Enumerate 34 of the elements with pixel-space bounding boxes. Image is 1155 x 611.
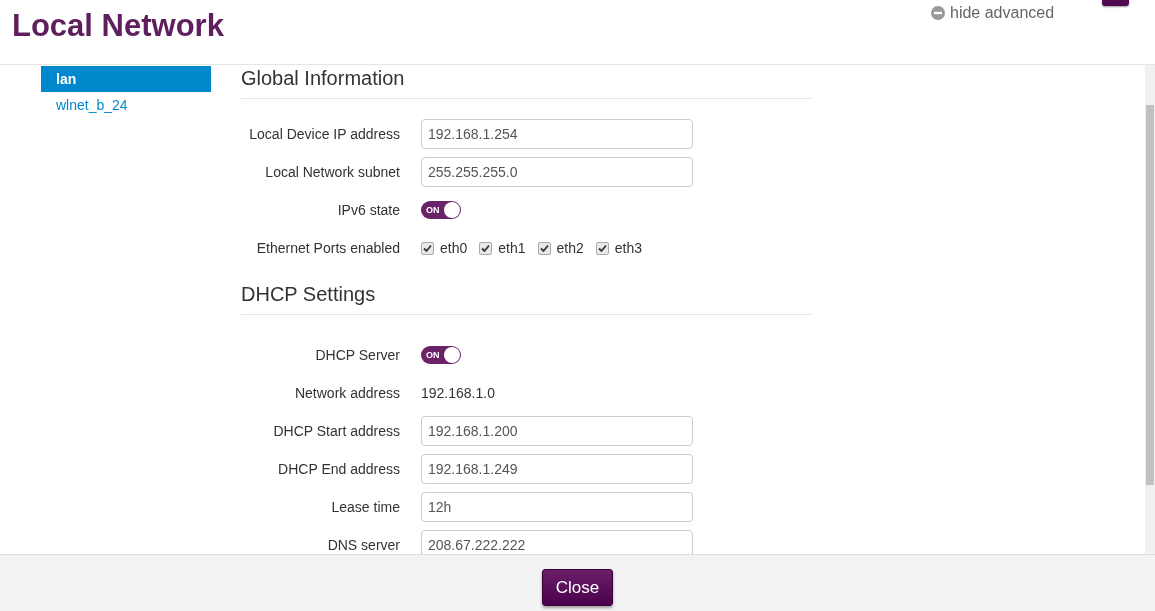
field-label: DNS server bbox=[326, 537, 400, 553]
field-value: 192.168.1.0 bbox=[421, 385, 495, 401]
toggle-switch[interactable]: ON bbox=[421, 346, 461, 364]
checkbox-label: eth0 bbox=[440, 240, 468, 256]
field-label: DHCP Server bbox=[314, 347, 400, 363]
minus-circle-icon bbox=[931, 6, 945, 20]
section-heading: Global Information bbox=[241, 65, 811, 99]
page-title: Local Network bbox=[12, 8, 224, 44]
checkbox-label: eth1 bbox=[498, 240, 526, 256]
checkbox[interactable] bbox=[595, 241, 609, 255]
field-label: Lease time bbox=[330, 499, 400, 515]
toggle-switch[interactable]: ON bbox=[421, 201, 461, 219]
field-label: Local Device IP address bbox=[248, 126, 400, 142]
input-field[interactable]: 192.168.1.254 bbox=[421, 119, 693, 149]
checkbox[interactable] bbox=[421, 241, 434, 255]
sidebar-item[interactable]: lan bbox=[41, 66, 211, 92]
field-label: Network address bbox=[293, 385, 400, 401]
input-field[interactable]: 255.255.255.0 bbox=[421, 157, 693, 187]
field-label: IPv6 state bbox=[336, 202, 400, 218]
field-label: Local Network subnet bbox=[264, 164, 400, 180]
checkbox-label: eth3 bbox=[614, 240, 642, 256]
hide-advanced-link[interactable]: hide advanced bbox=[950, 4, 1055, 22]
input-field[interactable]: 192.168.1.200 bbox=[421, 416, 693, 446]
checkbox[interactable] bbox=[479, 241, 493, 255]
input-field[interactable]: 192.168.1.249 bbox=[421, 454, 693, 484]
field-label: DHCP End address bbox=[277, 461, 400, 477]
checkbox[interactable] bbox=[537, 241, 551, 255]
checkbox-label: eth2 bbox=[556, 240, 584, 256]
section-heading: DHCP Settings bbox=[241, 275, 811, 315]
close-button[interactable]: Close bbox=[542, 569, 613, 606]
input-field[interactable]: 12h bbox=[421, 492, 693, 522]
field-label: DHCP Start address bbox=[272, 423, 400, 439]
field-label: Ethernet Ports enabled bbox=[255, 240, 400, 256]
sidebar-item[interactable]: wlnet_b_24 bbox=[41, 92, 211, 118]
